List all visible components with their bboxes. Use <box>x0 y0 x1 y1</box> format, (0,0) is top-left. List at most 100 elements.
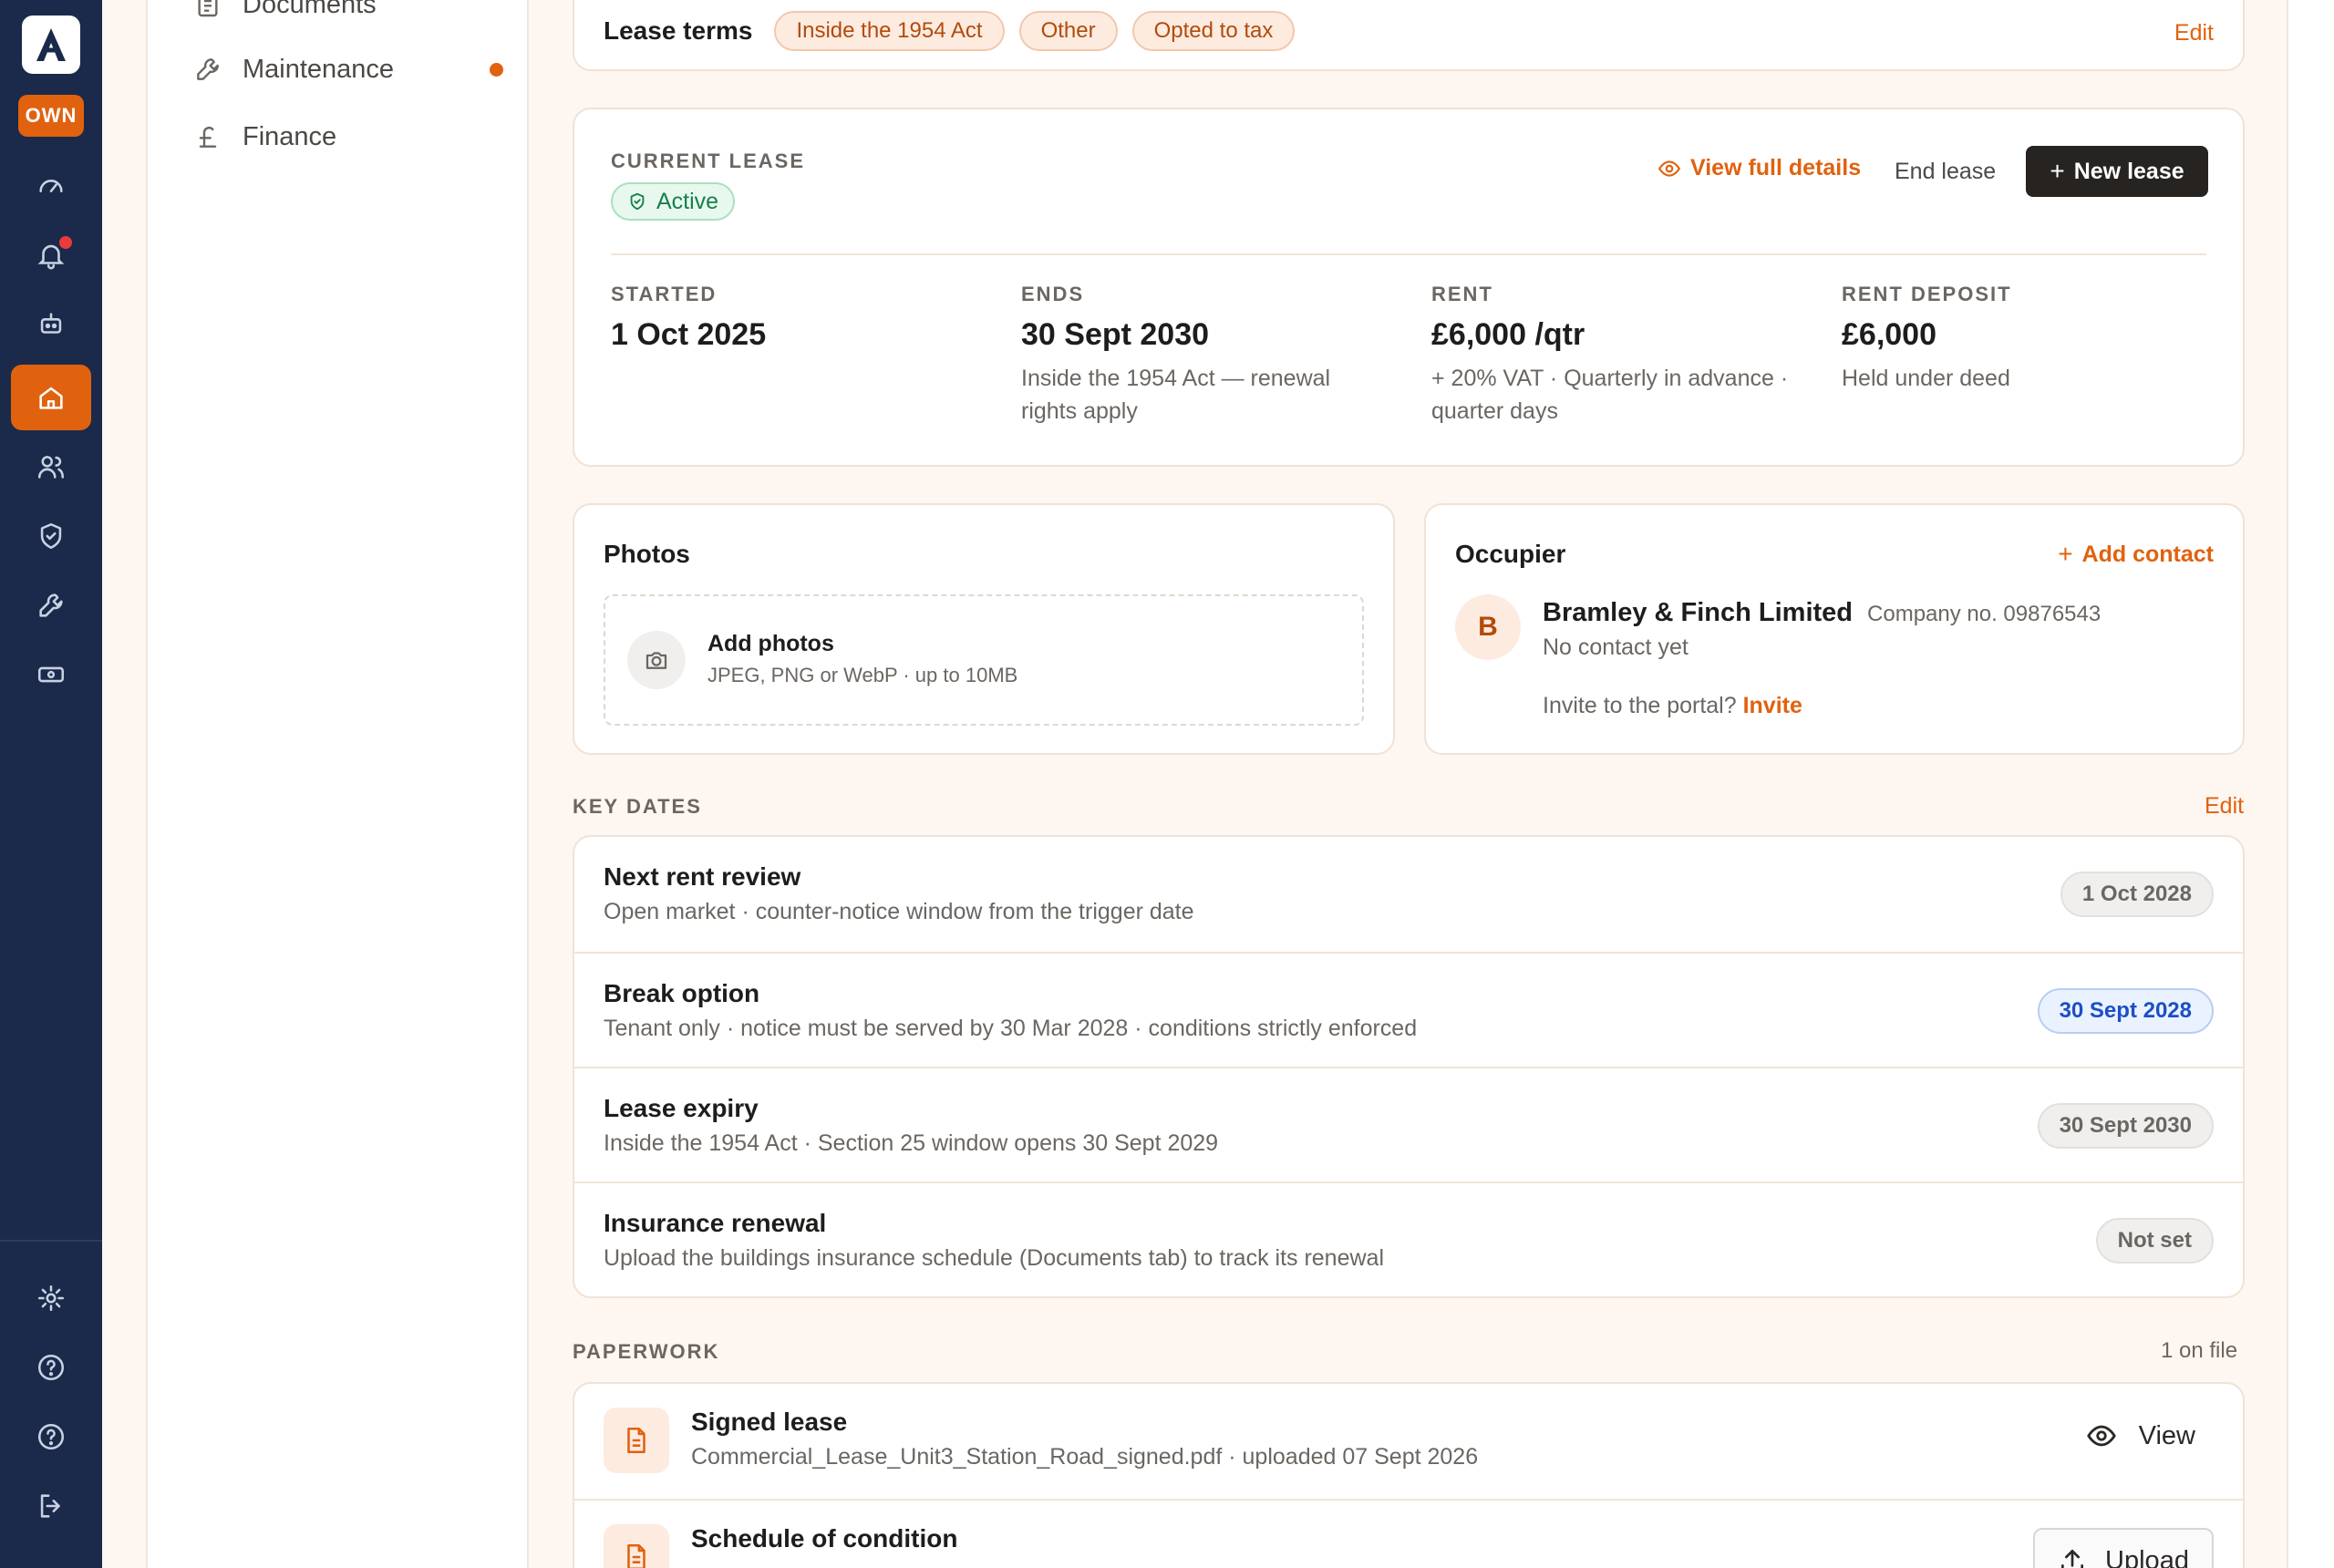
eye-icon <box>1658 160 1681 177</box>
eye-icon <box>2086 1425 2116 1447</box>
app-rail: OWN <box>0 0 102 1568</box>
lease-stat-started: STARTED 1 Oct 2025 <box>611 283 976 353</box>
occupier-card: Occupier + Add contact B Bramley & Finch… <box>1424 503 2245 755</box>
rail-maintenance[interactable] <box>11 573 91 638</box>
invite-prompt: Invite to the portal? <box>1543 693 1737 718</box>
key-date-description: Upload the buildings insurance schedule … <box>604 1245 1385 1271</box>
help-icon <box>37 1423 65 1450</box>
key-date-row[interactable]: Lease expiry Inside the 1954 Act · Secti… <box>574 1067 2243 1181</box>
status-label: Active <box>656 188 719 214</box>
sidebar-item-finance[interactable]: Finance <box>193 114 503 160</box>
stat-value: £6,000 <box>1842 317 1936 352</box>
logo-a-icon <box>36 28 66 61</box>
invite-link[interactable]: Invite <box>1743 693 1802 718</box>
lease-terms-title: Lease terms <box>604 16 753 45</box>
gear-icon <box>37 1284 65 1312</box>
rail-settings[interactable] <box>11 1265 91 1331</box>
key-dates-label: KEY DATES <box>573 795 702 818</box>
stat-value: £6,000 /qtr <box>1431 317 1585 352</box>
sidebar-item-label: Finance <box>243 121 337 151</box>
key-dates-edit-link[interactable]: Edit <box>2205 793 2244 820</box>
view-file-button[interactable]: View <box>2086 1420 2195 1451</box>
notification-dot <box>57 233 75 252</box>
key-date-badge: 1 Oct 2028 <box>2060 872 2214 917</box>
rail-people[interactable] <box>11 434 91 500</box>
lease-terms-edit-link[interactable]: Edit <box>2174 20 2214 46</box>
rail-properties[interactable] <box>11 365 91 430</box>
key-date-title: Lease expiry <box>604 1094 759 1122</box>
lease-tag: Inside the 1954 Act <box>774 11 1005 51</box>
sidebar-item-label: Maintenance <box>243 54 395 84</box>
sidebar-item-maintenance[interactable]: Maintenance <box>193 46 503 92</box>
rail-dashboard[interactable] <box>11 153 91 219</box>
add-photos-dropzone[interactable]: Add photos JPEG, PNG or WebP · up to 10M… <box>604 594 1364 726</box>
rail-assistant[interactable] <box>11 292 91 357</box>
paperwork-label: PAPERWORK <box>573 1340 720 1363</box>
rail-compliance[interactable] <box>11 503 91 569</box>
lease-tag: Opted to tax <box>1131 11 1296 51</box>
rail-notifications[interactable] <box>11 222 91 288</box>
occupier-name[interactable]: Bramley & Finch Limited <box>1543 598 1853 628</box>
wrench-icon <box>39 593 63 617</box>
rail-logout[interactable] <box>11 1473 91 1539</box>
users-icon <box>37 456 65 479</box>
paperwork-card: Signed lease Commercial_Lease_Unit3_Stat… <box>573 1382 2245 1568</box>
photos-title: Photos <box>604 540 690 568</box>
end-lease-button[interactable]: End lease <box>1895 159 1996 185</box>
upload-icon <box>2061 1550 2084 1568</box>
paperwork-file: Commercial_Lease_Unit3_Station_Road_sign… <box>691 1444 1479 1470</box>
cash-icon <box>37 666 65 683</box>
lease-stat-deposit: RENT DEPOSIT £6,000 Held under deed <box>1842 283 2206 395</box>
stat-label: RENT DEPOSIT <box>1842 283 2012 305</box>
paperwork-row[interactable]: Signed lease Commercial_Lease_Unit3_Stat… <box>574 1384 2243 1499</box>
sidebar-item-documents[interactable]: Documents <box>193 0 503 27</box>
add-contact-button[interactable]: + Add contact <box>2058 540 2214 569</box>
file-icon-tile <box>604 1524 669 1568</box>
help-icon <box>37 1354 65 1381</box>
paperwork-row[interactable]: Schedule of condition Upload <box>574 1499 2243 1568</box>
stat-label: STARTED <box>611 283 718 305</box>
rail-support[interactable] <box>11 1404 91 1470</box>
key-date-row[interactable]: Break option Tenant only · notice must b… <box>574 952 2243 1067</box>
view-full-details-label: View full details <box>1690 155 1862 181</box>
new-lease-button[interactable]: + New lease <box>2026 146 2208 197</box>
key-date-description: Inside the 1954 Act · Section 25 window … <box>604 1130 1219 1156</box>
pound-icon <box>199 127 217 148</box>
key-date-badge: Not set <box>2095 1218 2214 1264</box>
plus-icon: + <box>2050 157 2065 185</box>
section-sidebar: Documents Maintenance Finance <box>146 0 529 1568</box>
own-badge[interactable]: OWN <box>18 95 84 137</box>
key-dates-card: Next rent review Open market · counter-n… <box>573 835 2245 1298</box>
document-icon <box>627 1543 645 1568</box>
stat-label: ENDS <box>1021 283 1085 305</box>
view-full-details-link[interactable]: View full details <box>1658 155 1861 181</box>
paperwork-title: Schedule of condition <box>691 1524 958 1553</box>
document-icon <box>198 0 218 17</box>
key-date-row[interactable]: Next rent review Open market · counter-n… <box>574 837 2243 952</box>
shield-check-icon <box>630 192 645 211</box>
rail-divider <box>0 1240 102 1242</box>
rail-finance[interactable] <box>11 642 91 707</box>
camera-icon-tile <box>627 631 686 689</box>
upload-label: Upload <box>2105 1545 2189 1568</box>
wrench-icon <box>197 58 219 80</box>
add-photos-hint: JPEG, PNG or WebP · up to 10MB <box>707 664 1018 686</box>
file-icon-tile <box>604 1408 669 1473</box>
key-date-badge: 30 Sept 2028 <box>2037 988 2214 1034</box>
plus-icon: + <box>2058 540 2073 568</box>
upload-button[interactable]: Upload <box>2033 1528 2214 1568</box>
stat-note: Held under deed <box>1842 366 2010 391</box>
view-label: View <box>2138 1420 2195 1450</box>
current-lease-label: CURRENT LEASE <box>611 150 806 172</box>
app-logo[interactable] <box>22 15 80 74</box>
company-number: Company no. 09876543 <box>1867 602 2102 626</box>
key-date-badge: 30 Sept 2030 <box>2037 1103 2214 1149</box>
home-icon <box>39 387 63 409</box>
new-lease-label: New lease <box>2073 158 2184 184</box>
rail-help[interactable] <box>11 1335 91 1400</box>
key-date-title: Next rent review <box>604 862 801 891</box>
key-date-row[interactable]: Insurance renewal Upload the buildings i… <box>574 1181 2243 1296</box>
key-date-title: Break option <box>604 979 760 1007</box>
paperwork-title: Signed lease <box>691 1408 848 1436</box>
stat-label: RENT <box>1431 283 1493 305</box>
